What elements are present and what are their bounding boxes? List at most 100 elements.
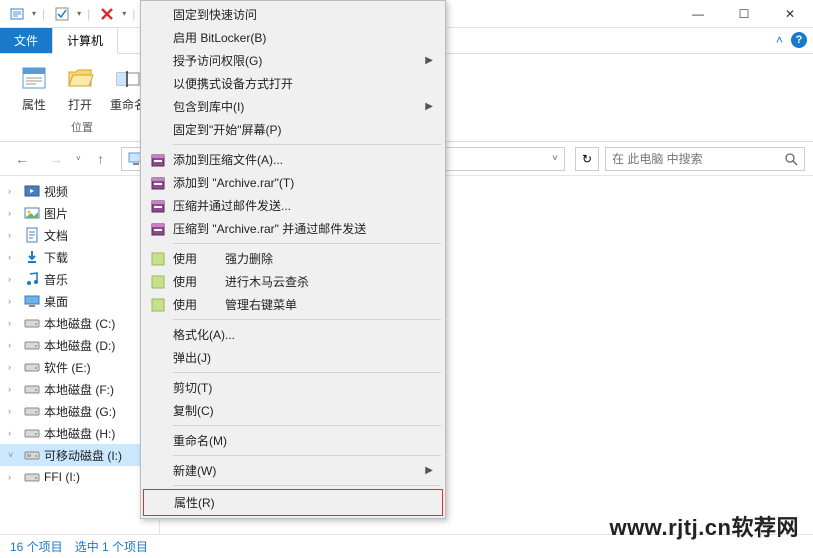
- menu-item-17[interactable]: 弹出(J): [143, 346, 443, 369]
- tree-item-icon: [24, 315, 40, 331]
- menu-item-26[interactable]: 属性(R): [143, 489, 443, 516]
- tree-item-label: 文档: [44, 227, 68, 244]
- tree-expand-chevron[interactable]: ˅: [8, 450, 20, 460]
- nav-tree: ›视频›图片›文档›下载›音乐›桌面›本地磁盘 (C:)›本地磁盘 (D:)›软…: [0, 176, 160, 534]
- menu-item-24[interactable]: 新建(W)▶: [143, 459, 443, 482]
- menu-separator: [173, 243, 441, 244]
- menu-item-1[interactable]: 启用 BitLocker(B): [143, 26, 443, 49]
- tab-computer[interactable]: 计算机: [52, 27, 118, 54]
- menu-item-5[interactable]: 固定到"开始"屏幕(P): [143, 118, 443, 141]
- tab-file[interactable]: 文件: [0, 28, 52, 53]
- tree-expand-chevron[interactable]: ›: [8, 252, 20, 262]
- menu-item-10[interactable]: 压缩到 "Archive.rar" 并通过邮件发送: [143, 217, 443, 240]
- tree-expand-chevron[interactable]: ›: [8, 406, 20, 416]
- menu-item-12[interactable]: 使用强力删除: [143, 247, 443, 270]
- qat-sep-3: |: [132, 7, 135, 21]
- nav-back-button[interactable]: ←: [8, 145, 36, 173]
- tree-expand-chevron[interactable]: ›: [8, 296, 20, 306]
- tree-item-4[interactable]: ›音乐: [0, 268, 159, 290]
- tree-item-12[interactable]: ˅ 可移动磁盘 (I:): [0, 444, 159, 466]
- ribbon-properties-button[interactable]: 属性: [14, 60, 54, 115]
- tree-expand-chevron[interactable]: ›: [8, 318, 20, 328]
- tree-expand-chevron[interactable]: ›: [8, 472, 20, 482]
- tree-expand-chevron[interactable]: ›: [8, 362, 20, 372]
- qat-checkbox-icon[interactable]: [51, 3, 73, 25]
- menu-item-0[interactable]: 固定到快速访问: [143, 3, 443, 26]
- qat-delete-icon[interactable]: [96, 3, 118, 25]
- rar-icon: [149, 174, 167, 192]
- menu-item-9[interactable]: 压缩并通过邮件发送...: [143, 194, 443, 217]
- nav-history-caret[interactable]: ˅: [76, 154, 81, 163]
- menu-separator: [173, 455, 441, 456]
- ribbon-open-button[interactable]: 打开: [60, 60, 100, 115]
- tree-item-icon: [24, 425, 40, 441]
- tree-item-9[interactable]: ›本地磁盘 (F:): [0, 378, 159, 400]
- nav-forward-button[interactable]: →: [42, 145, 70, 173]
- tree-item-icon: [24, 271, 40, 287]
- qat-caret-2[interactable]: ▾: [77, 9, 81, 18]
- qat-caret-1[interactable]: ▾: [32, 9, 36, 18]
- menu-item-14[interactable]: 使用管理右键菜单: [143, 293, 443, 316]
- tree-item-6[interactable]: ›本地磁盘 (C:): [0, 312, 159, 334]
- tree-item-10[interactable]: ›本地磁盘 (G:): [0, 400, 159, 422]
- tree-expand-chevron[interactable]: ›: [8, 186, 20, 196]
- maximize-button[interactable]: ☐: [721, 0, 767, 28]
- tree-item-0[interactable]: ›视频: [0, 180, 159, 202]
- ribbon-collapse-caret[interactable]: ˄: [776, 33, 783, 47]
- tree-item-1[interactable]: ›图片: [0, 202, 159, 224]
- app-icon: [149, 296, 167, 314]
- tree-item-7[interactable]: ›本地磁盘 (D:): [0, 334, 159, 356]
- menu-item-22[interactable]: 重命名(M): [143, 429, 443, 452]
- status-item-count: 16 个项目: [10, 538, 63, 555]
- tree-item-icon: [24, 249, 40, 265]
- minimize-button[interactable]: —: [675, 0, 721, 28]
- tree-expand-chevron[interactable]: ›: [8, 428, 20, 438]
- tree-item-5[interactable]: ›桌面: [0, 290, 159, 312]
- tree-item-label: 可移动磁盘 (I:): [44, 447, 122, 464]
- search-input[interactable]: [612, 152, 784, 166]
- menu-item-label: 属性(R): [174, 494, 215, 511]
- menu-item-label: 使用强力删除: [173, 250, 273, 267]
- tree-item-3[interactable]: ›下载: [0, 246, 159, 268]
- rar-icon: [149, 220, 167, 238]
- tree-item-13[interactable]: › FFI (I:): [0, 466, 159, 488]
- menu-item-4[interactable]: 包含到库中(I)▶: [143, 95, 443, 118]
- menu-item-8[interactable]: 添加到 "Archive.rar"(T): [143, 171, 443, 194]
- menu-item-2[interactable]: 授予访问权限(G)▶: [143, 49, 443, 72]
- tree-expand-chevron[interactable]: ›: [8, 230, 20, 240]
- search-box[interactable]: [605, 147, 805, 171]
- menu-item-13[interactable]: 使用进行木马云查杀: [143, 270, 443, 293]
- close-button[interactable]: ✕: [767, 0, 813, 28]
- tree-item-label: FFI (I:): [44, 470, 80, 484]
- menu-item-19[interactable]: 剪切(T): [143, 376, 443, 399]
- address-dropdown-caret[interactable]: ˅: [552, 153, 558, 164]
- menu-item-3[interactable]: 以便携式设备方式打开: [143, 72, 443, 95]
- search-icon[interactable]: [784, 152, 798, 166]
- tree-expand-chevron[interactable]: ›: [8, 208, 20, 218]
- tree-expand-chevron[interactable]: ›: [8, 340, 20, 350]
- menu-item-label: 启用 BitLocker(B): [173, 29, 266, 46]
- ribbon-group-location-label: 位置: [71, 119, 93, 135]
- menu-item-label: 以便携式设备方式打开: [173, 75, 293, 92]
- menu-separator: [173, 372, 441, 373]
- help-icon[interactable]: ?: [791, 32, 807, 48]
- menu-item-7[interactable]: 添加到压缩文件(A)...: [143, 148, 443, 171]
- tree-item-2[interactable]: › 文档: [0, 224, 159, 246]
- qat-caret-3[interactable]: ▾: [122, 9, 126, 18]
- qat-properties-icon[interactable]: [6, 3, 28, 25]
- tree-item-8[interactable]: ›软件 (E:): [0, 356, 159, 378]
- tree-item-icon: [24, 205, 40, 221]
- menu-item-20[interactable]: 复制(C): [143, 399, 443, 422]
- ribbon-properties-label: 属性: [22, 96, 46, 113]
- context-menu: 固定到快速访问启用 BitLocker(B) 授予访问权限(G)▶ 以便携式设备方式…: [140, 0, 446, 519]
- menu-item-label: 重命名(M): [173, 432, 227, 449]
- nav-up-button[interactable]: ↑: [87, 145, 115, 173]
- tree-item-11[interactable]: ›本地磁盘 (H:): [0, 422, 159, 444]
- menu-separator: [173, 425, 441, 426]
- tree-expand-chevron[interactable]: ›: [8, 274, 20, 284]
- tree-item-icon: [24, 293, 40, 309]
- refresh-button[interactable]: ↻: [575, 147, 599, 171]
- tree-item-icon: [24, 381, 40, 397]
- tree-expand-chevron[interactable]: ›: [8, 384, 20, 394]
- menu-item-16[interactable]: 格式化(A)...: [143, 323, 443, 346]
